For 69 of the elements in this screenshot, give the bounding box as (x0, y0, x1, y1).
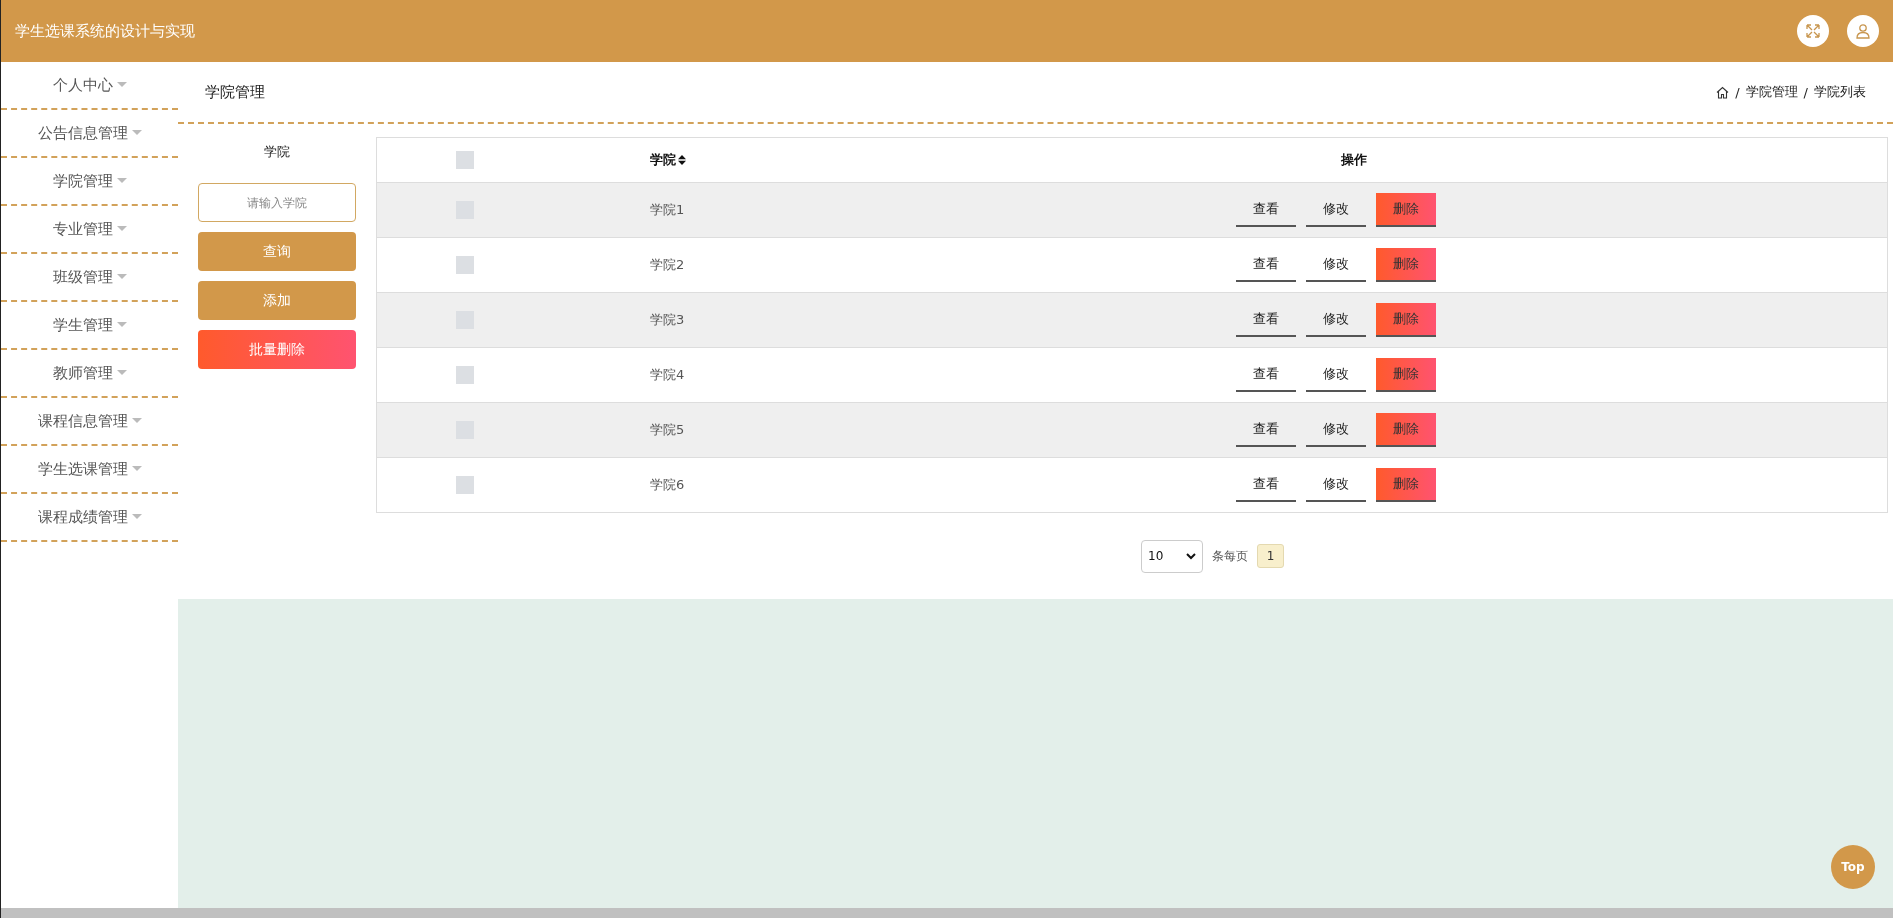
action-button[interactable]: 查看 (1236, 303, 1296, 337)
delete-button[interactable]: 删除 (1376, 358, 1436, 392)
fullscreen-button[interactable] (1797, 15, 1829, 47)
sidebar-item[interactable]: 课程成绩管理 (1, 494, 178, 542)
sort-icon (678, 155, 686, 165)
app-title: 学生选课系统的设计与实现 (15, 21, 196, 41)
field-label: 学院 (263, 143, 291, 161)
caret-icon (131, 514, 142, 520)
caret-icon (116, 322, 127, 328)
sidebar-item[interactable]: 公告信息管理 (1, 110, 178, 158)
table-cell: 学院3 (650, 311, 685, 329)
table-cell: 学院4 (650, 366, 685, 384)
caret-icon (116, 274, 127, 280)
sidebar-item[interactable]: 教师管理 (1, 350, 178, 398)
scrollbar[interactable] (1, 908, 1893, 918)
action-button[interactable]: 查看 (1236, 193, 1296, 227)
caret-icon (116, 82, 127, 88)
user-button[interactable] (1847, 15, 1879, 47)
page-size-label: 条每页 (1212, 547, 1248, 565)
search-field[interactable]: 请输入学院 (198, 183, 356, 222)
user-icon (1855, 23, 1871, 39)
caret-icon (131, 466, 142, 472)
page-button[interactable]: 1 (1257, 544, 1284, 568)
caret-icon (116, 178, 127, 184)
checkbox[interactable] (456, 256, 474, 274)
chevron-down-icon (1186, 552, 1196, 560)
action-button[interactable]: 修改 (1306, 358, 1366, 392)
breadcrumb-link[interactable]: 学院管理 (1745, 83, 1798, 101)
table-cell: 学院5 (650, 421, 685, 439)
action-button[interactable]: 修改 (1306, 248, 1366, 282)
sidebar-item[interactable]: 个人中心 (1, 62, 178, 110)
sidebar-item[interactable]: 课程信息管理 (1, 398, 178, 446)
action-button[interactable]: 查看 (1236, 358, 1296, 392)
column-header[interactable]: 学院 (553, 151, 853, 169)
page-title: 学院管理 (205, 82, 266, 102)
action-button[interactable]: 修改 (1306, 303, 1366, 337)
delete-button[interactable]: 删除 (1376, 303, 1436, 337)
caret-icon (131, 418, 142, 424)
home-icon[interactable] (1716, 85, 1730, 99)
table-cell: 学院2 (650, 256, 685, 274)
delete-button[interactable]: 删除 (1376, 468, 1436, 502)
sidebar-item[interactable]: 学生选课管理 (1, 446, 178, 494)
checkbox[interactable] (456, 366, 474, 384)
sidebar-item[interactable]: 学院管理 (1, 158, 178, 206)
breadcrumb-link[interactable]: 学院列表 (1814, 83, 1866, 101)
sidebar-item[interactable]: 学生管理 (1, 302, 178, 350)
table-cell: 学院1 (650, 201, 685, 219)
caret-icon (116, 226, 127, 232)
caret-icon (131, 130, 142, 136)
breadcrumb-separator: / (1735, 84, 1740, 100)
sidebar-item[interactable]: 专业管理 (1, 206, 178, 254)
checkbox[interactable] (456, 476, 474, 494)
action-button[interactable]: 修改 (1306, 193, 1366, 227)
table-cell: 学院6 (650, 476, 685, 494)
caret-icon (116, 370, 127, 376)
checkbox[interactable] (456, 151, 474, 169)
expand-icon (1805, 23, 1821, 39)
action-button[interactable]: 查看 (1236, 468, 1296, 502)
breadcrumb-separator: / (1803, 84, 1808, 100)
delete-button[interactable]: 删除 (1376, 248, 1436, 282)
action-button[interactable]: 修改 (1306, 468, 1366, 502)
action-button[interactable]: 修改 (1306, 413, 1366, 447)
action-button[interactable]: 查看 (1236, 413, 1296, 447)
sidebar-item[interactable]: 班级管理 (1, 254, 178, 302)
delete-button[interactable]: 删除 (1376, 193, 1436, 227)
delete-button[interactable]: 删除 (1376, 413, 1436, 447)
action-button[interactable]: 查看 (1236, 248, 1296, 282)
page-size-select[interactable]: 10 (1141, 539, 1203, 573)
column-header: 操作 (1340, 151, 1368, 169)
